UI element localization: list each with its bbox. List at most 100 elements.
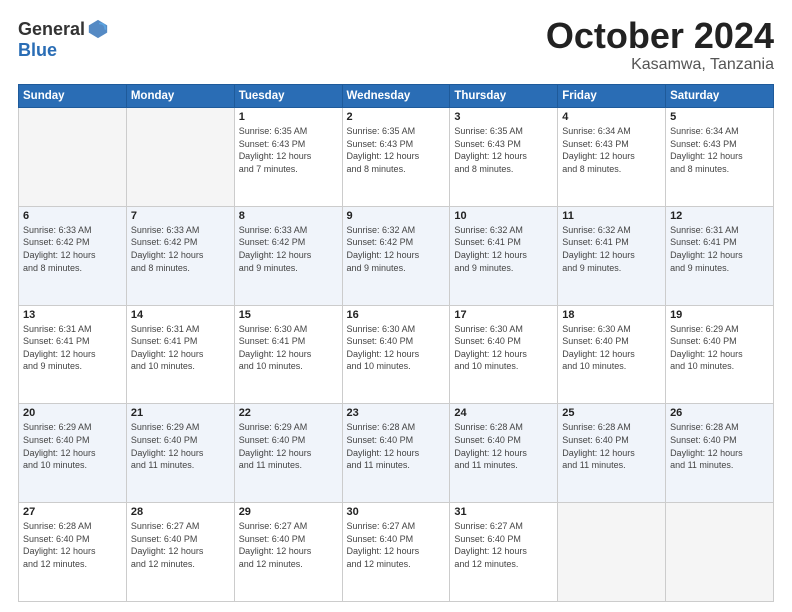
day-number: 25	[562, 407, 661, 419]
calendar-cell: 27 Sunrise: 6:28 AM Sunset: 6:40 PM Dayli…	[19, 503, 127, 602]
day-number: 29	[239, 506, 338, 518]
calendar-cell: 19 Sunrise: 6:29 AM Sunset: 6:40 PM Dayli…	[666, 305, 774, 404]
day-info: Sunrise: 6:32 AM Sunset: 6:41 PM Dayligh…	[454, 224, 553, 274]
day-number: 23	[347, 407, 446, 419]
logo-icon	[87, 18, 109, 40]
day-number: 31	[454, 506, 553, 518]
day-info: Sunrise: 6:28 AM Sunset: 6:40 PM Dayligh…	[454, 421, 553, 471]
day-number: 19	[670, 309, 769, 321]
col-tuesday: Tuesday	[234, 85, 342, 108]
day-info: Sunrise: 6:31 AM Sunset: 6:41 PM Dayligh…	[23, 323, 122, 373]
day-number: 13	[23, 309, 122, 321]
day-info: Sunrise: 6:28 AM Sunset: 6:40 PM Dayligh…	[347, 421, 446, 471]
day-info: Sunrise: 6:31 AM Sunset: 6:41 PM Dayligh…	[131, 323, 230, 373]
calendar-cell: 30Sunrise: 6:27 AM Sunset: 6:40 PM Dayli…	[342, 503, 450, 602]
day-info: Sunrise: 6:32 AM Sunset: 6:41 PM Dayligh…	[562, 224, 661, 274]
calendar-cell: 25 Sunrise: 6:28 AM Sunset: 6:40 PM Dayli…	[558, 404, 666, 503]
calendar-row-5: 27 Sunrise: 6:28 AM Sunset: 6:40 PM Dayli…	[19, 503, 774, 602]
calendar-header-row: Sunday Monday Tuesday Wednesday Thursday…	[19, 85, 774, 108]
col-monday: Monday	[126, 85, 234, 108]
day-info: Sunrise: 6:32 AM Sunset: 6:42 PM Dayligh…	[347, 224, 446, 274]
calendar-cell: 15 Sunrise: 6:30 AM Sunset: 6:41 PM Dayli…	[234, 305, 342, 404]
calendar-cell: 26Sunrise: 6:28 AM Sunset: 6:40 PM Dayli…	[666, 404, 774, 503]
calendar-cell	[126, 108, 234, 207]
day-info: Sunrise: 6:34 AM Sunset: 6:43 PM Dayligh…	[562, 125, 661, 175]
calendar-row-3: 13 Sunrise: 6:31 AM Sunset: 6:41 PM Dayli…	[19, 305, 774, 404]
calendar-cell	[558, 503, 666, 602]
day-info: Sunrise: 6:28 AM Sunset: 6:40 PM Dayligh…	[23, 520, 122, 570]
day-info: Sunrise: 6:35 AM Sunset: 6:43 PM Dayligh…	[347, 125, 446, 175]
day-number: 12	[670, 210, 769, 222]
day-info: Sunrise: 6:33 AM Sunset: 6:42 PM Dayligh…	[239, 224, 338, 274]
day-number: 21	[131, 407, 230, 419]
col-saturday: Saturday	[666, 85, 774, 108]
calendar-cell: 2Sunrise: 6:35 AM Sunset: 6:43 PM Daylig…	[342, 108, 450, 207]
day-info: Sunrise: 6:30 AM Sunset: 6:40 PM Dayligh…	[454, 323, 553, 373]
calendar-cell	[666, 503, 774, 602]
calendar-cell: 22 Sunrise: 6:29 AM Sunset: 6:40 PM Dayli…	[234, 404, 342, 503]
day-number: 5	[670, 111, 769, 123]
day-number: 8	[239, 210, 338, 222]
day-info: Sunrise: 6:31 AM Sunset: 6:41 PM Dayligh…	[670, 224, 769, 274]
calendar-cell: 14Sunrise: 6:31 AM Sunset: 6:41 PM Dayli…	[126, 305, 234, 404]
day-number: 3	[454, 111, 553, 123]
day-info: Sunrise: 6:29 AM Sunset: 6:40 PM Dayligh…	[131, 421, 230, 471]
calendar-cell: 12 Sunrise: 6:31 AM Sunset: 6:41 PM Dayli…	[666, 206, 774, 305]
calendar-cell: 3 Sunrise: 6:35 AM Sunset: 6:43 PM Daylig…	[450, 108, 558, 207]
day-number: 16	[347, 309, 446, 321]
page: General Blue October 2024 Kasamwa, Tanza…	[0, 0, 792, 612]
calendar-cell: 9Sunrise: 6:32 AM Sunset: 6:42 PM Daylig…	[342, 206, 450, 305]
day-number: 22	[239, 407, 338, 419]
day-info: Sunrise: 6:33 AM Sunset: 6:42 PM Dayligh…	[23, 224, 122, 274]
location-heading: Kasamwa, Tanzania	[546, 56, 774, 74]
day-number: 15	[239, 309, 338, 321]
day-info: Sunrise: 6:35 AM Sunset: 6:43 PM Dayligh…	[454, 125, 553, 175]
day-number: 24	[454, 407, 553, 419]
calendar-cell: 4 Sunrise: 6:34 AM Sunset: 6:43 PM Daylig…	[558, 108, 666, 207]
day-number: 10	[454, 210, 553, 222]
col-sunday: Sunday	[19, 85, 127, 108]
day-info: Sunrise: 6:29 AM Sunset: 6:40 PM Dayligh…	[670, 323, 769, 373]
calendar-cell: 20Sunrise: 6:29 AM Sunset: 6:40 PM Dayli…	[19, 404, 127, 503]
day-number: 17	[454, 309, 553, 321]
calendar-cell: 31 Sunrise: 6:27 AM Sunset: 6:40 PM Dayli…	[450, 503, 558, 602]
calendar-cell: 5 Sunrise: 6:34 AM Sunset: 6:43 PM Daylig…	[666, 108, 774, 207]
calendar-cell: 24 Sunrise: 6:28 AM Sunset: 6:40 PM Dayli…	[450, 404, 558, 503]
month-title: October 2024 Kasamwa, Tanzania	[546, 18, 774, 74]
day-number: 7	[131, 210, 230, 222]
day-number: 6	[23, 210, 122, 222]
day-info: Sunrise: 6:30 AM Sunset: 6:40 PM Dayligh…	[347, 323, 446, 373]
month-heading: October 2024	[546, 18, 774, 54]
day-info: Sunrise: 6:30 AM Sunset: 6:41 PM Dayligh…	[239, 323, 338, 373]
day-number: 26	[670, 407, 769, 419]
calendar-cell: 1 Sunrise: 6:35 AM Sunset: 6:43 PM Daylig…	[234, 108, 342, 207]
day-number: 1	[239, 111, 338, 123]
day-info: Sunrise: 6:27 AM Sunset: 6:40 PM Dayligh…	[131, 520, 230, 570]
calendar-cell: 11 Sunrise: 6:32 AM Sunset: 6:41 PM Dayli…	[558, 206, 666, 305]
col-wednesday: Wednesday	[342, 85, 450, 108]
logo: General Blue	[18, 18, 109, 61]
day-number: 11	[562, 210, 661, 222]
day-info: Sunrise: 6:27 AM Sunset: 6:40 PM Dayligh…	[347, 520, 446, 570]
calendar-table: Sunday Monday Tuesday Wednesday Thursday…	[18, 84, 774, 602]
day-info: Sunrise: 6:34 AM Sunset: 6:43 PM Dayligh…	[670, 125, 769, 175]
calendar-cell	[19, 108, 127, 207]
day-info: Sunrise: 6:33 AM Sunset: 6:42 PM Dayligh…	[131, 224, 230, 274]
logo-general-text: General	[18, 19, 85, 40]
day-info: Sunrise: 6:35 AM Sunset: 6:43 PM Dayligh…	[239, 125, 338, 175]
calendar-cell: 7 Sunrise: 6:33 AM Sunset: 6:42 PM Daylig…	[126, 206, 234, 305]
calendar-row-1: 1 Sunrise: 6:35 AM Sunset: 6:43 PM Daylig…	[19, 108, 774, 207]
day-info: Sunrise: 6:28 AM Sunset: 6:40 PM Dayligh…	[562, 421, 661, 471]
calendar-cell: 6 Sunrise: 6:33 AM Sunset: 6:42 PM Daylig…	[19, 206, 127, 305]
calendar-cell: 10 Sunrise: 6:32 AM Sunset: 6:41 PM Dayli…	[450, 206, 558, 305]
calendar-cell: 23 Sunrise: 6:28 AM Sunset: 6:40 PM Dayli…	[342, 404, 450, 503]
day-number: 4	[562, 111, 661, 123]
day-number: 27	[23, 506, 122, 518]
day-info: Sunrise: 6:27 AM Sunset: 6:40 PM Dayligh…	[454, 520, 553, 570]
calendar-cell: 28Sunrise: 6:27 AM Sunset: 6:40 PM Dayli…	[126, 503, 234, 602]
col-friday: Friday	[558, 85, 666, 108]
calendar-cell: 18Sunrise: 6:30 AM Sunset: 6:40 PM Dayli…	[558, 305, 666, 404]
calendar-cell: 8 Sunrise: 6:33 AM Sunset: 6:42 PM Daylig…	[234, 206, 342, 305]
day-number: 18	[562, 309, 661, 321]
day-info: Sunrise: 6:29 AM Sunset: 6:40 PM Dayligh…	[239, 421, 338, 471]
